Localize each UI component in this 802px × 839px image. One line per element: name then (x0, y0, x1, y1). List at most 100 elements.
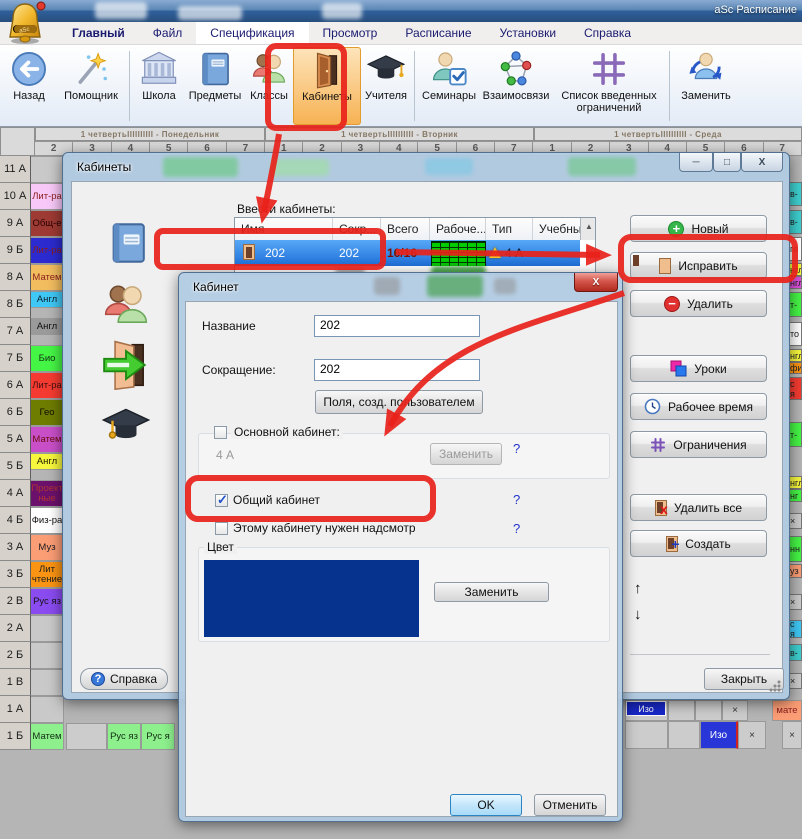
help-link[interactable]: ? (513, 441, 520, 456)
lesson-cell[interactable]: в- (788, 182, 802, 206)
toolbar-replace-button[interactable]: Заменить (673, 47, 739, 125)
minimize-button[interactable]: ─ (679, 153, 713, 172)
new-button[interactable]: +Новый (630, 215, 767, 242)
lesson-cell[interactable]: Рус я (141, 723, 175, 750)
color-swatch[interactable] (204, 560, 419, 637)
lesson-cell[interactable]: т- (788, 422, 802, 447)
lessons-button[interactable]: Уроки (630, 355, 767, 382)
worktime-button[interactable]: Рабочее время (630, 393, 767, 420)
lesson-cell[interactable] (695, 700, 722, 721)
lesson-cell[interactable]: Физ-ра (31, 507, 64, 534)
toolbar-school-button[interactable]: Школа (133, 47, 185, 125)
lesson-cell[interactable] (66, 723, 107, 750)
name-input[interactable]: 202 (314, 315, 480, 337)
supervision-checkbox[interactable] (215, 522, 228, 535)
column-header-type[interactable]: Тип (486, 218, 533, 240)
toolbar-classes-button[interactable]: Классы (245, 47, 293, 125)
shared-room-checkbox[interactable] (215, 494, 228, 507)
lesson-cell[interactable]: Матем (31, 723, 64, 750)
lesson-cell[interactable]: ге (788, 237, 802, 261)
move-down-arrow[interactable]: ↓ (634, 606, 642, 623)
lesson-cell[interactable]: мате (772, 700, 802, 721)
move-up-arrow[interactable]: ↑ (634, 580, 642, 597)
rooms-door-arrow-icon[interactable] (100, 340, 152, 390)
asc-bell-logo[interactable]: aSc (5, 1, 47, 45)
custom-fields-button[interactable]: Поля, созд. пользователем (315, 390, 483, 414)
lesson-cell[interactable]: Рус яз (107, 723, 141, 750)
lesson-cell[interactable]: фи (788, 362, 802, 374)
lesson-cell[interactable] (625, 721, 668, 749)
menu-tab-timetable[interactable]: Расписание (391, 22, 485, 44)
toolbar-seminars-button[interactable]: Семинары (418, 47, 480, 125)
lesson-cell[interactable]: в- (788, 210, 802, 234)
lesson-cell[interactable]: нгл (788, 263, 802, 276)
short-name-input[interactable]: 202 (314, 359, 480, 381)
lesson-cell[interactable]: т- (788, 292, 802, 317)
lesson-cell[interactable]: × (788, 513, 802, 529)
column-header-short[interactable]: Сокр... (333, 218, 381, 240)
column-header-total[interactable]: Всего (381, 218, 430, 240)
ok-button[interactable]: OK (450, 794, 522, 816)
classes-people-icon[interactable] (100, 280, 152, 330)
lesson-cell[interactable]: Матем (31, 426, 64, 453)
close-button[interactable]: X (741, 153, 783, 172)
cancel-button[interactable]: Отменить (534, 794, 606, 816)
menu-tab-help[interactable]: Справка (570, 22, 645, 44)
lesson-cell[interactable]: то (788, 322, 802, 346)
lesson-cell[interactable]: × (788, 594, 802, 610)
lesson-cell[interactable]: × (722, 700, 748, 721)
lesson-cell[interactable] (31, 669, 64, 696)
toolbar-assistant-button[interactable]: Помощник (56, 47, 126, 125)
help-link[interactable]: ? (513, 521, 520, 536)
lesson-cell[interactable]: нгл (788, 276, 802, 289)
resize-grip[interactable] (769, 680, 781, 692)
edit-button[interactable]: Исправить (630, 252, 767, 279)
lesson-cell[interactable]: Изо (700, 721, 738, 749)
lesson-cell[interactable]: Гео (31, 399, 64, 426)
lesson-cell[interactable]: Проект ные (31, 480, 64, 507)
supervision-label[interactable]: Этому кабинету нужен надсмотр (233, 521, 416, 535)
delete-all-button[interactable]: xУдалить все (630, 494, 767, 521)
toolbar-constraints-list-button[interactable]: Список введенных ограничений (552, 47, 666, 125)
constraints-button[interactable]: Ограничения (630, 431, 767, 458)
lesson-cell[interactable]: уз (788, 564, 802, 578)
lesson-cell[interactable]: Общ-е (31, 210, 64, 237)
lesson-cell[interactable]: в- (788, 644, 802, 661)
menu-tab-view[interactable]: Просмотр (309, 22, 392, 44)
menu-tab-file[interactable]: Файл (139, 22, 197, 44)
lesson-cell[interactable] (31, 696, 64, 723)
toolbar-rooms-button[interactable]: Кабинеты (293, 47, 361, 125)
lesson-cell[interactable]: Англ (31, 291, 64, 308)
lesson-cell[interactable]: нгл (788, 476, 802, 489)
lesson-cell[interactable]: Матем (31, 264, 64, 291)
lesson-cell[interactable]: Лит-ра (31, 183, 64, 210)
create-button[interactable]: +Создать (630, 530, 767, 557)
lesson-cell[interactable]: Англ (31, 453, 64, 470)
lesson-cell[interactable]: Лит-ра (31, 237, 64, 264)
lesson-cell[interactable] (31, 156, 64, 183)
home-room-replace-button[interactable]: Заменить (430, 443, 502, 465)
color-replace-button[interactable]: Заменить (434, 582, 549, 602)
help-link[interactable]: ? (513, 492, 520, 507)
lesson-cell[interactable]: Англ (31, 318, 64, 335)
table-scrollbar-up[interactable]: ▲ (580, 218, 596, 240)
menu-tab-specification[interactable]: Спецификация (196, 22, 308, 44)
lesson-cell[interactable]: нн (788, 536, 802, 562)
lesson-cell[interactable]: Рус яз (31, 588, 64, 615)
menu-tab-main[interactable]: Главный (58, 22, 139, 44)
home-room-checkbox-label[interactable]: Основной кабинет: (231, 425, 343, 439)
lesson-cell[interactable] (31, 615, 64, 642)
lesson-cell[interactable]: нгл (788, 349, 802, 362)
lesson-cell[interactable]: с я (788, 620, 802, 638)
lesson-cell[interactable]: с я (788, 377, 802, 400)
close-button[interactable]: X (574, 273, 618, 292)
column-header-name[interactable]: Имя (235, 218, 333, 240)
column-header-building[interactable]: Учебны... (533, 218, 580, 240)
toolbar-teachers-button[interactable]: Учителя (361, 47, 411, 125)
lesson-cell[interactable]: × (788, 673, 802, 689)
maximize-button[interactable]: □ (713, 153, 741, 172)
lesson-cell[interactable] (668, 721, 700, 749)
toolbar-relations-button[interactable]: Взаимосвязи (480, 47, 552, 125)
toolbar-subjects-button[interactable]: Предметы (185, 47, 245, 125)
lesson-cell[interactable]: × (782, 721, 802, 749)
